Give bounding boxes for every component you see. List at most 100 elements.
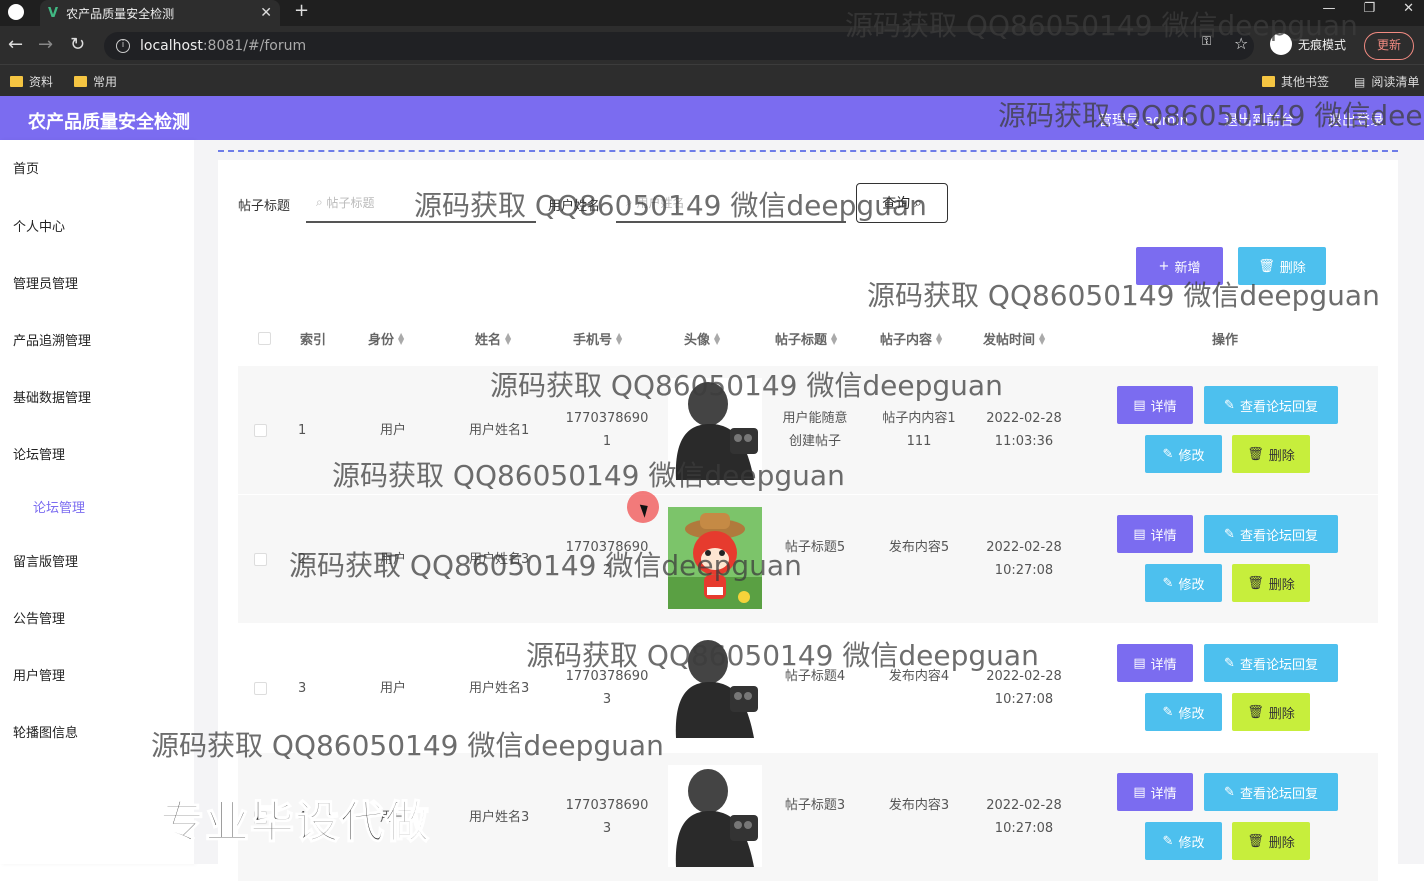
sidebar-item-basedata[interactable]: 基础数据管理	[13, 387, 91, 406]
trash-icon: 🗑	[1247, 704, 1264, 720]
row-checkbox[interactable]	[254, 682, 267, 695]
avatar-silhouette-icon	[668, 636, 762, 738]
column-header-time[interactable]: 发帖时间 ▲ ▼	[983, 329, 1045, 348]
sidebar-item-messages[interactable]: 留言版管理	[13, 551, 78, 570]
title-line: 用户能随意	[782, 411, 848, 426]
pen-icon: ✎	[1224, 397, 1235, 413]
restore-icon[interactable]: ❐	[1363, 0, 1375, 18]
select-all-checkbox[interactable]	[258, 332, 271, 345]
name-search-label: 用户姓名	[548, 199, 601, 214]
back-icon[interactable]: ←	[8, 34, 23, 55]
trash-icon: 🗑	[1247, 833, 1264, 849]
column-header-title[interactable]: 帖子标题 ▲ ▼	[775, 329, 837, 348]
sort-icon[interactable]: ▲ ▼	[714, 331, 720, 345]
reload-icon[interactable]: ↻	[70, 34, 85, 55]
delete-button[interactable]: 🗑 删除	[1232, 435, 1310, 473]
phone-line: 1770378690	[565, 798, 649, 813]
incognito-indicator[interactable]: 无痕模式	[1270, 33, 1346, 55]
batch-delete-button[interactable]: 🗑 删除	[1238, 247, 1326, 285]
cell-phone: 1770378690 1	[565, 407, 649, 453]
detail-button[interactable]: ▤ 详情	[1117, 644, 1193, 682]
bookmark-star-icon[interactable]: ☆	[1234, 34, 1248, 53]
bookmarks-bar: 资料 常用 其他书签 ▤ 阅读清单	[0, 64, 1424, 96]
content-line: 帖子内内容1	[882, 411, 956, 426]
search-icon: ⌕	[914, 195, 922, 211]
update-button[interactable]: 更新	[1364, 32, 1415, 60]
view-replies-button[interactable]: ✎ 查看论坛回复	[1204, 773, 1338, 811]
sort-icon[interactable]: ▲ ▼	[1039, 331, 1045, 345]
sidebar-item-profile[interactable]: 个人中心	[13, 216, 65, 235]
document-icon: ▤	[1133, 397, 1146, 413]
detail-button[interactable]: ▤ 详情	[1117, 773, 1193, 811]
pen-icon: ✎	[1224, 784, 1235, 800]
cell-index: 1	[298, 423, 307, 438]
edit-button[interactable]: ✎ 修改	[1145, 822, 1222, 860]
view-replies-button[interactable]: ✎ 查看论坛回复	[1204, 386, 1338, 424]
browser-tab[interactable]: V 农产品质量安全检测 ✕	[40, 0, 280, 26]
cell-content: 发布内容3	[874, 794, 964, 817]
cell-index: 3	[298, 681, 307, 696]
sort-icon[interactable]: ▲ ▼	[398, 331, 404, 345]
cell-phone: 1770378690 3	[565, 794, 649, 840]
phone-line: 1770378690	[565, 540, 649, 555]
delete-button[interactable]: 🗑 删除	[1232, 564, 1310, 602]
sidebar-item-home[interactable]: 首页	[13, 158, 39, 177]
view-replies-button[interactable]: ✎ 查看论坛回复	[1204, 644, 1338, 682]
folder-icon	[10, 76, 23, 87]
sidebar-item-carousel[interactable]: 轮播图信息	[13, 722, 78, 741]
sidebar-item-users[interactable]: 用户管理	[13, 665, 65, 684]
url-input[interactable]: i localhost:8081/#/forum	[104, 32, 1254, 60]
row-checkbox[interactable]	[254, 424, 267, 437]
bookmark-folder[interactable]: 其他书签	[1262, 73, 1329, 90]
minimize-icon[interactable]: —	[1322, 0, 1335, 18]
key-icon[interactable]: ⚿	[1202, 34, 1211, 49]
exit-to-front-link[interactable]: 退出到前台	[1224, 110, 1294, 130]
close-tab-icon[interactable]: ✕	[260, 5, 272, 21]
sidebar-item-trace[interactable]: 产品追溯管理	[13, 330, 91, 349]
bookmark-folder[interactable]: 常用	[74, 73, 117, 90]
cell-time: 2022-02-28 10:27:08	[978, 536, 1070, 582]
site-info-icon[interactable]: i	[116, 39, 130, 53]
delete-button[interactable]: 🗑 删除	[1232, 693, 1310, 731]
document-icon: ▤	[1133, 655, 1146, 671]
incognito-icon	[1270, 33, 1292, 55]
forward-icon[interactable]: →	[38, 34, 53, 55]
add-button[interactable]: + 新增	[1136, 247, 1223, 285]
browser-menu-icon[interactable]	[8, 4, 24, 20]
edit-button[interactable]: ✎ 修改	[1145, 435, 1222, 473]
column-header-role[interactable]: 身份 ▲ ▼	[368, 329, 404, 348]
column-header-name[interactable]: 姓名 ▲ ▼	[475, 329, 511, 348]
time-line: 11:03:36	[994, 434, 1054, 449]
sidebar-item-forum[interactable]: 论坛管理	[13, 444, 65, 463]
watermark-big: 专业毕设代做	[159, 796, 430, 849]
phone-line: 3	[602, 692, 612, 707]
sort-icon[interactable]: ▲ ▼	[505, 331, 511, 345]
title-search-input[interactable]: ⌕ 帖子标题	[306, 183, 536, 223]
sort-icon[interactable]: ▲ ▼	[831, 331, 837, 345]
cell-title: 帖子标题3	[770, 794, 860, 817]
column-header-avatar[interactable]: 头像 ▲ ▼	[684, 329, 720, 348]
detail-button[interactable]: ▤ 详情	[1117, 515, 1193, 553]
sidebar-item-admins[interactable]: 管理员管理	[13, 273, 78, 292]
logout-link[interactable]: 退出登录	[1328, 110, 1384, 130]
new-tab-icon[interactable]: +	[294, 0, 309, 22]
delete-button[interactable]: 🗑 删除	[1232, 822, 1310, 860]
view-replies-button[interactable]: ✎ 查看论坛回复	[1204, 515, 1338, 553]
name-search-input[interactable]: ⌕ 用户姓名	[616, 183, 846, 223]
sidebar-item-notices[interactable]: 公告管理	[13, 608, 65, 627]
browser-tabstrip: V 农产品质量安全检测 ✕ + — ❐ ✕	[0, 0, 1424, 26]
sidebar-subitem-forum[interactable]: 论坛管理	[33, 497, 85, 516]
cell-time: 2022-02-28 11:03:36	[978, 407, 1070, 453]
row-checkbox[interactable]	[254, 553, 267, 566]
sort-icon[interactable]: ▲ ▼	[936, 331, 942, 345]
edit-button[interactable]: ✎ 修改	[1145, 564, 1222, 602]
column-header-phone[interactable]: 手机号 ▲ ▼	[573, 329, 622, 348]
sort-icon[interactable]: ▲ ▼	[616, 331, 622, 345]
bookmark-folder[interactable]: 资料	[10, 73, 53, 90]
column-header-content[interactable]: 帖子内容 ▲ ▼	[880, 329, 942, 348]
edit-button[interactable]: ✎ 修改	[1145, 693, 1222, 731]
query-button[interactable]: 查询 ⌕	[856, 183, 948, 223]
reading-list[interactable]: ▤ 阅读清单	[1354, 73, 1419, 90]
detail-button[interactable]: ▤ 详情	[1117, 386, 1193, 424]
close-window-icon[interactable]: ✕	[1403, 0, 1414, 18]
